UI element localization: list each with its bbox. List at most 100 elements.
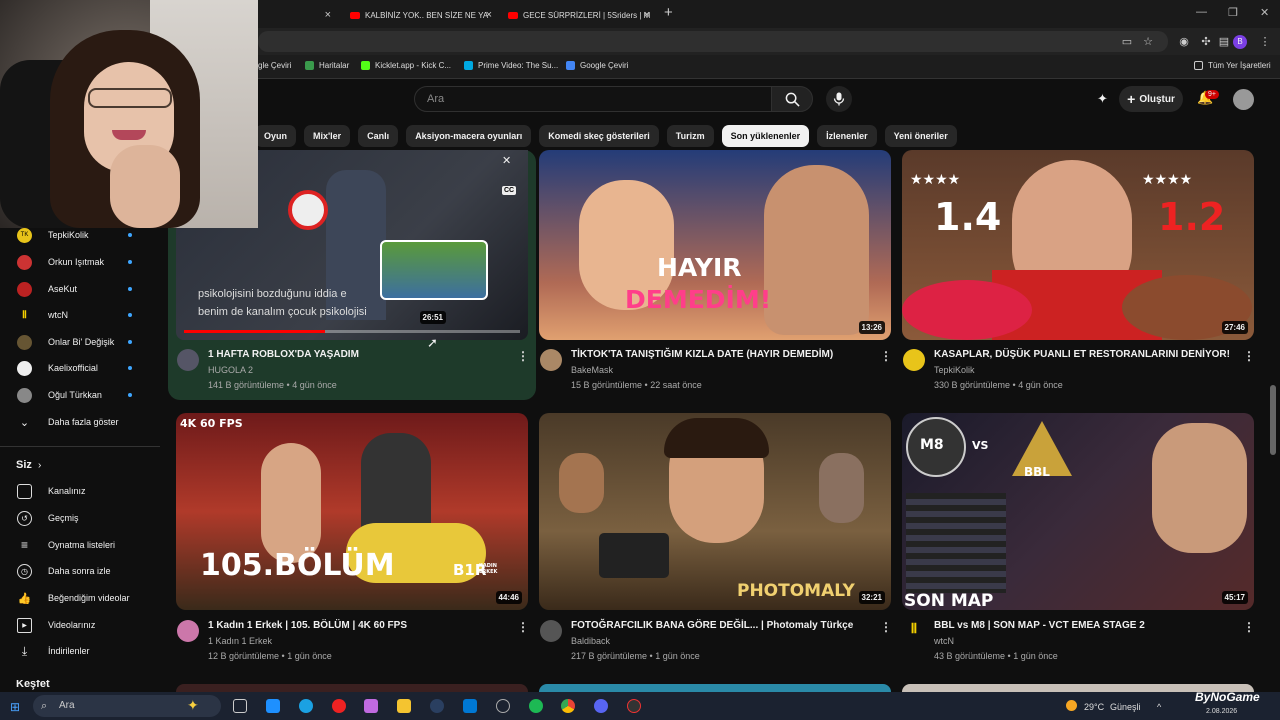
task-view-icon[interactable]	[233, 699, 247, 713]
copilot-icon[interactable]: ✦	[187, 697, 199, 714]
video-thumbnail[interactable]: M8 VS BBL SON MAP 45:17	[902, 413, 1254, 610]
weather-temp[interactable]: 29°C	[1084, 702, 1104, 712]
channel-avatar[interactable]	[903, 349, 925, 371]
channel-name[interactable]: 1 Kadın 1 Erkek	[208, 636, 272, 646]
search-input[interactable]: Ara	[414, 86, 772, 112]
sidebar-item-subscription[interactable]: Orkun Işıtmak	[0, 249, 160, 275]
sidebar-item-subscription[interactable]: ⅡwtcN	[0, 302, 160, 328]
store-icon[interactable]	[463, 699, 477, 713]
spotify-icon[interactable]	[529, 699, 543, 713]
channel-name[interactable]: wtcN	[934, 636, 954, 646]
discord-icon[interactable]	[594, 699, 608, 713]
new-tab-icon[interactable]: +	[664, 4, 673, 21]
chip-oyun[interactable]: Oyun	[255, 125, 297, 147]
sidebar-item-subscription[interactable]: Kaelixofficial	[0, 355, 160, 381]
extension-bolt-icon[interactable]: ✦	[1097, 91, 1108, 107]
chip-izlenenler[interactable]: İzlenenler	[817, 125, 877, 147]
bookmark-item[interactable]: Haritalar	[305, 61, 349, 70]
steam-icon[interactable]	[430, 699, 444, 713]
video-title[interactable]: TİKTOK'TA TANIŞTIĞIM KIZLA DATE (HAYIR D…	[571, 349, 833, 360]
browser-tab[interactable]: KALBİNİZ YOK.. BEN SİZE NE YA	[350, 4, 495, 26]
close-window-icon[interactable]: ✕	[1260, 6, 1269, 19]
sidebar-item-downloads[interactable]: ⤓ İndirilenler	[0, 638, 160, 664]
chip-son-yuklenenler[interactable]: Son yüklenenler	[721, 125, 810, 147]
account-avatar[interactable]	[1233, 89, 1254, 110]
chip-mixler[interactable]: Mix'ler	[304, 125, 351, 147]
browser-tab[interactable]: GECE SÜRPRİZLERİ | 5Sriders | M	[508, 4, 653, 26]
sidebar-item-your-videos[interactable]: ▶ Videolarınız	[0, 612, 160, 638]
taskbar-date[interactable]: 2.08.2026	[1206, 708, 1237, 715]
progress-track[interactable]	[184, 330, 520, 333]
video-title[interactable]: 1 HAFTA ROBLOX'DA YAŞADIM	[208, 349, 359, 360]
windows-start-icon[interactable]: ⊞	[10, 700, 20, 714]
channel-name[interactable]: BakeMask	[571, 365, 613, 375]
more-actions-icon[interactable]: ⋮	[880, 349, 892, 363]
sidebar-item-liked[interactable]: 👍 Beğendiğim videolar	[0, 585, 160, 611]
more-actions-icon[interactable]: ⋮	[1243, 349, 1255, 363]
close-tab-icon[interactable]: ×	[323, 4, 333, 26]
video-thumbnail-partial[interactable]	[176, 684, 528, 692]
chrome-icon[interactable]	[561, 699, 575, 713]
opera-icon[interactable]	[332, 699, 346, 713]
chip-komedi[interactable]: Komedi skeç gösterileri	[539, 125, 659, 147]
video-title[interactable]: FOTOĞRAFCILIK BANA GÖRE DEĞİL... | Photo…	[571, 620, 853, 631]
extension-icon[interactable]: ◉	[1177, 35, 1191, 49]
video-title[interactable]: KASAPLAR, DÜŞÜK PUANLI ET RESTORANLARINI…	[934, 349, 1230, 360]
sidebar-item-subscription[interactable]: AseKut	[0, 276, 160, 302]
sidebar-item-subscription[interactable]: Onlar Bi' Değişik	[0, 329, 160, 355]
tray-chevron-icon[interactable]: ^	[1157, 702, 1161, 712]
voice-search-button[interactable]	[826, 86, 852, 112]
video-title[interactable]: 1 Kadın 1 Erkek | 105. BÖLÜM | 4K 60 FPS	[208, 620, 407, 631]
menu-dots-icon[interactable]: ⋮	[1258, 35, 1272, 49]
app-icon[interactable]	[266, 699, 280, 713]
file-explorer-icon[interactable]	[397, 699, 411, 713]
sidepanel-icon[interactable]: ▤	[1217, 35, 1231, 49]
more-actions-icon[interactable]: ⋮	[517, 620, 529, 634]
mute-icon[interactable]: ✕	[502, 154, 511, 167]
video-title[interactable]: BBL vs M8 | SON MAP - VCT EMEA STAGE 2	[934, 620, 1145, 631]
chip-canli[interactable]: Canlı	[358, 125, 399, 147]
search-button[interactable]	[771, 86, 813, 112]
video-thumbnail[interactable]: ★★★★ ★★★★ 1.4 1.2 27:46	[902, 150, 1254, 340]
sidebar-item-channel[interactable]: Kanalınız	[0, 478, 160, 504]
sidebar-item-playlists[interactable]: ≡ Oynatma listeleri	[0, 532, 160, 558]
browser-profile-avatar[interactable]: B	[1233, 35, 1247, 49]
bookmark-item[interactable]: gle Çeviri	[258, 61, 291, 70]
create-button[interactable]: + Oluştur	[1119, 86, 1183, 112]
channel-name[interactable]: TepkiKolik	[934, 365, 975, 375]
more-actions-icon[interactable]: ⋮	[1243, 620, 1255, 634]
app-icon[interactable]	[496, 699, 510, 713]
bookmark-item[interactable]: Kicklet.app - Kick C...	[361, 61, 451, 70]
video-thumbnail-partial[interactable]	[539, 684, 891, 692]
bookmark-star-icon[interactable]: ☆	[1141, 35, 1155, 49]
page-scrollbar[interactable]	[1270, 385, 1276, 455]
closed-captions-button[interactable]: CC	[502, 186, 517, 195]
chip-yeni-oneriler[interactable]: Yeni öneriler	[884, 125, 957, 147]
channel-name[interactable]: Baldiback	[571, 636, 610, 646]
channel-avatar[interactable]	[177, 349, 199, 371]
close-tab-icon[interactable]: ×	[484, 4, 494, 26]
app-icon[interactable]	[364, 699, 378, 713]
video-thumbnail[interactable]: HAYIR DEMEDİM! 13:26	[539, 150, 891, 340]
channel-avatar[interactable]	[540, 349, 562, 371]
more-actions-icon[interactable]: ⋮	[880, 620, 892, 634]
channel-avatar[interactable]	[177, 620, 199, 642]
sidebar-item-watch-later[interactable]: ◷ Daha sonra izle	[0, 558, 160, 584]
address-field[interactable]	[258, 31, 1168, 52]
sidebar-show-more[interactable]: ⌄ Daha fazla göster	[0, 409, 160, 435]
minimize-icon[interactable]: —	[1196, 6, 1207, 18]
video-thumbnail[interactable]: PHOTOMALY 32:21	[539, 413, 891, 610]
more-actions-icon[interactable]: ⋮	[517, 349, 529, 363]
sidebar-section-explore[interactable]: Keşfet	[0, 680, 160, 690]
channel-name[interactable]: HUGOLA 2	[208, 365, 253, 375]
maximize-icon[interactable]: ❐	[1228, 6, 1238, 19]
sidebar-item-subscription[interactable]: Oğul Türkkan	[0, 382, 160, 408]
puzzle-icon[interactable]: ✣	[1199, 35, 1213, 49]
chip-aksiyon[interactable]: Aksiyon-macera oyunları	[406, 125, 532, 147]
cast-icon[interactable]: ▭	[1120, 35, 1134, 49]
channel-avatar[interactable]: Ⅱ	[903, 620, 925, 642]
bookmark-item[interactable]: Google Çeviri	[566, 61, 628, 70]
bookmark-item[interactable]: Prime Video: The Su...	[464, 61, 558, 70]
sidebar-section-you[interactable]: Siz ›	[0, 452, 160, 478]
obs-icon[interactable]	[627, 699, 641, 713]
